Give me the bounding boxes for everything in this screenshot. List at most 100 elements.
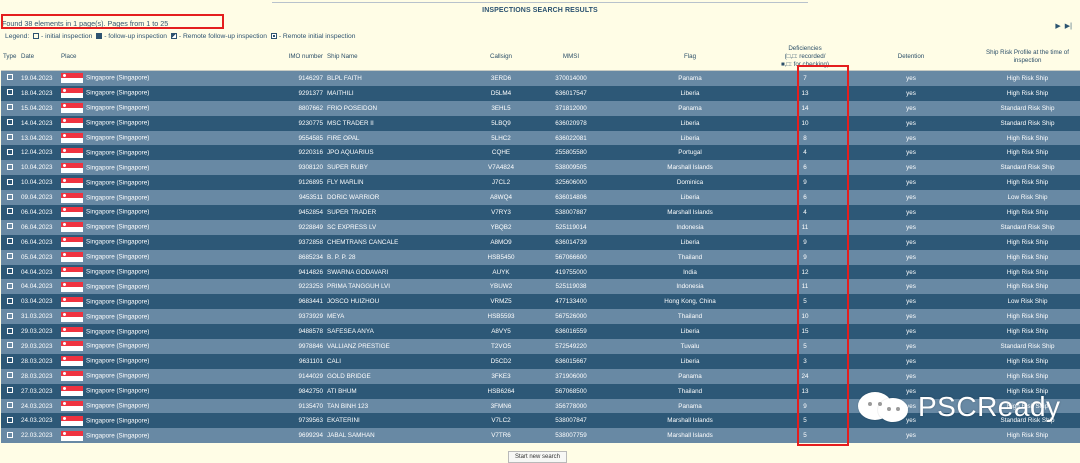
table-row[interactable]: 29.03.2023 Singapore (Singapore) 9978846 VA… — [1, 339, 1080, 354]
table-row[interactable]: 24.03.2023 Singapore (Singapore) 9739563 EK… — [1, 413, 1080, 429]
table-row[interactable]: 06.04.2023 Singapore (Singapore) 9452854 SU… — [1, 205, 1080, 220]
table-row[interactable]: 14.04.2023 Singapore (Singapore) 9230775 MS… — [1, 115, 1080, 131]
header-flag[interactable]: Flag — [617, 43, 763, 71]
cell-deficiencies: 9 — [763, 249, 847, 265]
cell-detention: yes — [847, 205, 975, 220]
start-new-search-button[interactable]: Start new search — [508, 451, 568, 463]
table-row[interactable]: 18.04.2023 Singapore (Singapore) 9291377 MA… — [1, 85, 1080, 101]
initial-inspection-icon — [7, 119, 13, 126]
table-row[interactable]: 10.04.2023 Singapore (Singapore) 9126895 FL… — [1, 175, 1080, 191]
table-row[interactable]: 12.04.2023 Singapore (Singapore) 9220316 JP… — [1, 145, 1080, 161]
table-row[interactable]: 09.04.2023 Singapore (Singapore) 9453511 DO… — [1, 190, 1080, 206]
cell-imo: 9631101 — [269, 353, 325, 369]
cell-place: Singapore (Singapore) — [59, 294, 269, 310]
cell-ship-name[interactable]: JPO AQUARIUS — [325, 145, 477, 161]
table-row[interactable]: 19.04.2023 Singapore (Singapore) 9146297 BL… — [1, 70, 1080, 86]
cell-callsign: V7RY3 — [477, 205, 525, 220]
table-row[interactable]: 28.03.2023 Singapore (Singapore) 9144029 GO… — [1, 368, 1080, 384]
initial-inspection-icon — [7, 163, 13, 170]
cell-ship-name[interactable]: CHEMTRANS CANCALE — [325, 234, 477, 250]
table-row[interactable]: 04.04.2023 Singapore (Singapore) 9414826 SW… — [1, 264, 1080, 280]
header-risk-profile[interactable]: Ship Risk Profile at the time of inspect… — [975, 43, 1080, 71]
cell-ship-name[interactable]: FLY MARLIN — [325, 175, 477, 191]
cell-ship-name[interactable]: ATI BHUM — [325, 383, 477, 399]
header-callsign[interactable]: Callsign — [477, 43, 525, 71]
table-row[interactable]: 03.04.2023 Singapore (Singapore) 9683441 JO… — [1, 294, 1080, 310]
table-row[interactable]: 27.03.2023 Singapore (Singapore) 9842750 AT… — [1, 383, 1080, 399]
table-row[interactable]: 10.04.2023 Singapore (Singapore) 9308120 SU… — [1, 160, 1080, 176]
cell-ship-name[interactable]: DORIC WARRIOR — [325, 190, 477, 206]
cell-ship-name[interactable]: SWARNA GODAVARI — [325, 264, 477, 280]
table-row[interactable]: 24.03.2023 Singapore (Singapore) 9135470 TA… — [1, 398, 1080, 414]
cell-ship-name[interactable]: MAITHILI — [325, 85, 477, 101]
header-place[interactable]: Place — [59, 43, 269, 71]
cell-type — [1, 324, 19, 340]
cell-mmsi: 255805580 — [525, 145, 617, 161]
follow-up-inspection-icon — [96, 33, 103, 39]
cell-ship-name[interactable]: VALLIANZ PRESTIGE — [325, 339, 477, 354]
cell-place: Singapore (Singapore) — [59, 85, 269, 101]
table-row[interactable]: 29.03.2023 Singapore (Singapore) 9488578 SA… — [1, 324, 1080, 340]
cell-date: 05.04.2023 — [19, 249, 59, 265]
cell-type — [1, 353, 19, 369]
header-detention[interactable]: Detention — [847, 43, 975, 71]
place-label: Singapore (Singapore) — [86, 298, 150, 306]
header-ship-name[interactable]: Ship Name — [325, 43, 477, 71]
cell-place: Singapore (Singapore) — [59, 353, 269, 369]
cell-ship-name[interactable]: MEYA — [325, 309, 477, 325]
cell-deficiencies: 11 — [763, 219, 847, 235]
table-row[interactable]: 15.04.2023 Singapore (Singapore) 8807662 FR… — [1, 100, 1080, 116]
header-mmsi[interactable]: MMSI — [525, 43, 617, 71]
table-row[interactable]: 06.04.2023 Singapore (Singapore) 9228849 SC… — [1, 219, 1080, 235]
cell-ship-name[interactable]: SUPER RUBY — [325, 160, 477, 176]
table-row[interactable]: 04.04.2023 Singapore (Singapore) 9223253 PR… — [1, 279, 1080, 295]
cell-place: Singapore (Singapore) — [59, 100, 269, 116]
cell-ship-name[interactable]: FRIO POSEIDON — [325, 100, 477, 116]
cell-imo: 9683441 — [269, 294, 325, 310]
cell-detention: yes — [847, 353, 975, 369]
header-type[interactable]: Type — [1, 43, 19, 71]
cell-detention: yes — [847, 160, 975, 176]
cell-risk-profile: High Risk Ship — [975, 428, 1080, 444]
singapore-flag-icon — [61, 133, 83, 143]
cell-ship-name[interactable]: JOSCO HUIZHOU — [325, 294, 477, 310]
cell-ship-name[interactable]: CALI — [325, 353, 477, 369]
cell-risk-profile: High Risk Ship — [975, 309, 1080, 325]
last-page-icon[interactable]: ▶| — [1065, 22, 1072, 30]
cell-ship-name[interactable]: SAFESEA ANYA — [325, 324, 477, 340]
table-row[interactable]: 22.03.2023 Singapore (Singapore) 9699294 JA… — [1, 428, 1080, 444]
table-row[interactable]: 28.03.2023 Singapore (Singapore) 9631101 CA… — [1, 353, 1080, 369]
cell-ship-name[interactable]: EKATERINI — [325, 413, 477, 429]
header-imo[interactable]: IMO number — [269, 43, 325, 71]
cell-imo: 9228849 — [269, 219, 325, 235]
cell-type — [1, 219, 19, 235]
header-date[interactable]: Date — [19, 43, 59, 71]
legend-item: - Remote initial inspection — [278, 33, 356, 40]
table-row[interactable]: 31.03.2023 Singapore (Singapore) 9373929 ME… — [1, 309, 1080, 325]
cell-ship-name[interactable]: GOLD BRIDGE — [325, 368, 477, 384]
cell-ship-name[interactable]: SUPER TRADER — [325, 205, 477, 220]
cell-ship-name[interactable]: FIRE OPAL — [325, 130, 477, 146]
table-row[interactable]: 13.04.2023 Singapore (Singapore) 9554585 FI… — [1, 130, 1080, 146]
cell-ship-name[interactable]: MSC TRADER II — [325, 115, 477, 131]
table-row[interactable]: 05.04.2023 Singapore (Singapore) 8685234 B.… — [1, 249, 1080, 265]
cell-imo: 9452854 — [269, 205, 325, 220]
cell-ship-name[interactable]: BLPL FAITH — [325, 70, 477, 86]
next-page-icon[interactable]: ▶ — [1055, 22, 1060, 30]
cell-callsign: 3FKE3 — [477, 368, 525, 384]
initial-inspection-icon — [7, 74, 13, 81]
header-deficiencies[interactable]: Deficiencies (□,□: recorded/ ■,□: for ch… — [763, 43, 847, 71]
cell-ship-name[interactable]: PRIMA TANGGUH LVI — [325, 279, 477, 295]
table-header-row: Type Date Place IMO number Ship Name Cal… — [1, 43, 1080, 71]
place-label: Singapore (Singapore) — [86, 179, 150, 187]
cell-date: 09.04.2023 — [19, 190, 59, 206]
table-row[interactable]: 06.04.2023 Singapore (Singapore) 9372858 CH… — [1, 234, 1080, 250]
cell-flag: Marshall Islands — [617, 205, 763, 220]
cell-ship-name[interactable]: SC EXPRESS LV — [325, 219, 477, 235]
cell-ship-name[interactable]: B. P. P. 28 — [325, 249, 477, 265]
initial-inspection-icon — [7, 193, 13, 200]
cell-ship-name[interactable]: TAN BINH 123 — [325, 398, 477, 414]
cell-flag: Liberia — [617, 353, 763, 369]
cell-imo: 9373929 — [269, 309, 325, 325]
cell-ship-name[interactable]: JABAL SAMHAN — [325, 428, 477, 444]
